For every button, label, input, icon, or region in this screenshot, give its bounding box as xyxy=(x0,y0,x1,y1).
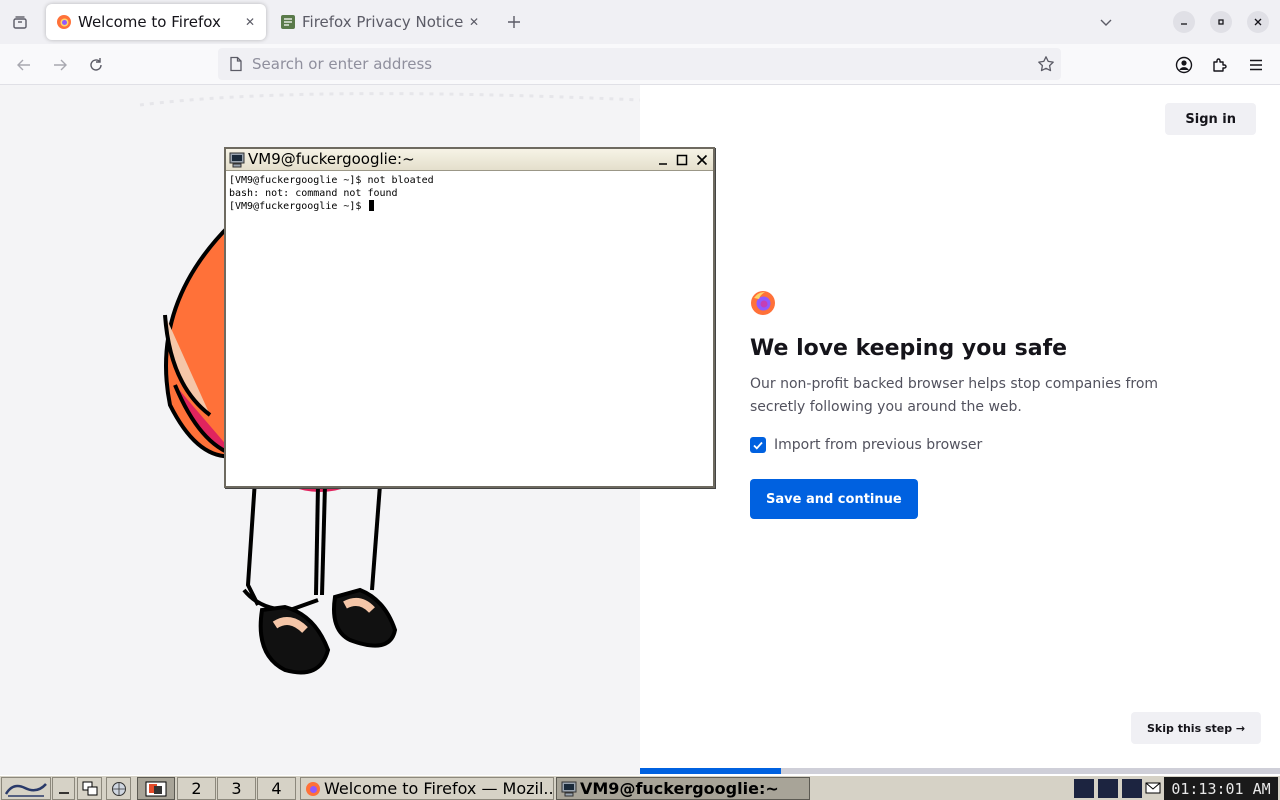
plus-icon xyxy=(508,16,520,28)
tab-overview-button[interactable] xyxy=(6,8,34,36)
tab-welcome-to-firefox[interactable]: Welcome to Firefox ✕ xyxy=(46,4,266,40)
save-and-continue-button[interactable]: Save and continue xyxy=(750,479,918,519)
tab-label: Firefox Privacy Notice — xyxy=(302,13,467,31)
new-tab-button[interactable] xyxy=(500,8,528,36)
mail-icon[interactable] xyxy=(1145,781,1161,795)
workspace-3-button[interactable]: 3 xyxy=(217,777,256,800)
firefox-icon xyxy=(306,781,320,796)
terminal-line: [VM9@fuckergooglie ~]$ not bloated xyxy=(229,175,434,186)
icewm-logo-icon xyxy=(4,782,47,797)
workspace-4-button[interactable]: 4 xyxy=(257,777,296,800)
terminal-line: [VM9@fuckergooglie ~]$ xyxy=(229,201,368,212)
hamburger-menu-icon xyxy=(1250,59,1262,71)
terminal-cursor xyxy=(369,200,375,211)
taskbar-item-terminal[interactable]: VM9@fuckergooglie:~ xyxy=(556,777,810,800)
show-desktop-button[interactable] xyxy=(52,777,75,800)
terminal-icon xyxy=(229,152,245,168)
forward-button[interactable] xyxy=(45,50,75,80)
taskbar-item-label: Welcome to Firefox — Mozil... xyxy=(324,779,554,798)
import-checkbox[interactable] xyxy=(750,437,766,453)
file-manager-button[interactable] xyxy=(106,777,131,800)
network-monitor-icon xyxy=(1098,779,1118,798)
firefox-logo-icon xyxy=(751,291,775,315)
sign-in-button[interactable]: Sign in xyxy=(1165,103,1256,135)
close-icon xyxy=(1254,18,1262,26)
terminal-window[interactable]: VM9@fuckergooglie:~ [VM9@fuckergooglie ~… xyxy=(224,147,715,488)
list-all-tabs-button[interactable] xyxy=(1092,8,1120,36)
tab-label: Welcome to Firefox xyxy=(78,13,221,31)
document-icon xyxy=(281,15,295,29)
import-checkbox-label: Import from previous browser xyxy=(774,437,983,453)
page-icon xyxy=(230,56,242,72)
clock[interactable]: 01:13:01 AM xyxy=(1164,777,1278,800)
extensions-button[interactable] xyxy=(1205,50,1235,80)
close-tab-icon[interactable]: ✕ xyxy=(466,14,482,30)
arrow-right-icon xyxy=(54,59,67,71)
close-icon xyxy=(696,154,708,166)
chevron-down-icon xyxy=(1100,19,1112,26)
minimize-all-icon xyxy=(58,791,69,794)
windows-icon xyxy=(82,781,97,795)
import-checkbox-row[interactable]: Import from previous browser xyxy=(750,437,1170,453)
reload-button[interactable] xyxy=(81,50,111,80)
memory-monitor-icon xyxy=(1122,779,1142,798)
taskbar-item-firefox[interactable]: Welcome to Firefox — Mozil... xyxy=(300,777,554,800)
back-button[interactable] xyxy=(9,50,39,80)
workspace-1-button[interactable] xyxy=(137,777,175,800)
address-bar[interactable] xyxy=(218,48,1061,80)
url-input[interactable] xyxy=(252,48,1012,80)
desktop-panel: 2 3 4 Welcome to Firefox — Mozil... VM9@… xyxy=(0,775,1280,800)
onboarding-progress-bar xyxy=(640,768,1280,774)
onboarding-panel: We love keeping you safe Our non-profit … xyxy=(750,290,1170,519)
taskbar-item-label: VM9@fuckergooglie:~ xyxy=(580,779,779,798)
terminal-maximize-button[interactable] xyxy=(674,152,690,168)
browser-tab-strip: Welcome to Firefox ✕ Firefox Privacy Not… xyxy=(0,0,1280,44)
terminal-line: bash: not: command not found xyxy=(229,188,398,199)
terminal-output[interactable]: [VM9@fuckergooglie ~]$ not bloated bash:… xyxy=(229,174,710,484)
bookmark-star-icon[interactable] xyxy=(1037,55,1055,73)
tab-firefox-privacy-notice[interactable]: Firefox Privacy Notice — ✕ xyxy=(270,4,490,40)
maximize-icon xyxy=(1218,19,1224,25)
minimize-icon xyxy=(1181,23,1187,25)
window-list-button[interactable] xyxy=(77,777,102,800)
page-title: We love keeping you safe xyxy=(750,336,1068,361)
arrow-left-icon xyxy=(17,59,30,71)
globe-icon xyxy=(111,781,126,796)
maximize-icon xyxy=(676,154,688,166)
firefox-icon xyxy=(57,15,71,29)
onboarding-progress-fill xyxy=(640,768,781,774)
app-menu-button[interactable] xyxy=(1241,50,1271,80)
terminal-prompt-line: [VM9@fuckergooglie ~]$ xyxy=(229,200,710,213)
start-menu-button[interactable] xyxy=(1,777,51,800)
maximize-window-button[interactable] xyxy=(1210,11,1232,33)
skip-step-button[interactable]: Skip this step → xyxy=(1131,712,1262,744)
navigation-toolbar xyxy=(0,44,1280,85)
minimize-window-button[interactable] xyxy=(1173,11,1195,33)
checkmark-icon xyxy=(753,441,763,450)
terminal-close-button[interactable] xyxy=(694,152,710,168)
terminal-minimize-button[interactable] xyxy=(655,152,671,168)
terminal-titlebar[interactable]: VM9@fuckergooglie:~ xyxy=(226,149,713,171)
workspace-preview-icon xyxy=(145,781,167,796)
cpu-monitor-icon xyxy=(1074,779,1094,798)
reload-icon xyxy=(90,58,102,71)
tab-groups-icon xyxy=(13,16,27,29)
terminal-title: VM9@fuckergooglie:~ xyxy=(248,150,415,168)
workspace-2-button[interactable]: 2 xyxy=(177,777,216,800)
account-button[interactable] xyxy=(1169,50,1199,80)
close-tab-icon[interactable]: ✕ xyxy=(242,14,258,30)
minimize-icon xyxy=(659,163,667,165)
puzzle-icon xyxy=(1213,58,1227,72)
page-description: Our non-profit backed browser helps stop… xyxy=(750,376,1159,415)
terminal-icon xyxy=(561,781,577,796)
account-icon xyxy=(1175,56,1193,74)
close-window-button[interactable] xyxy=(1247,11,1269,33)
